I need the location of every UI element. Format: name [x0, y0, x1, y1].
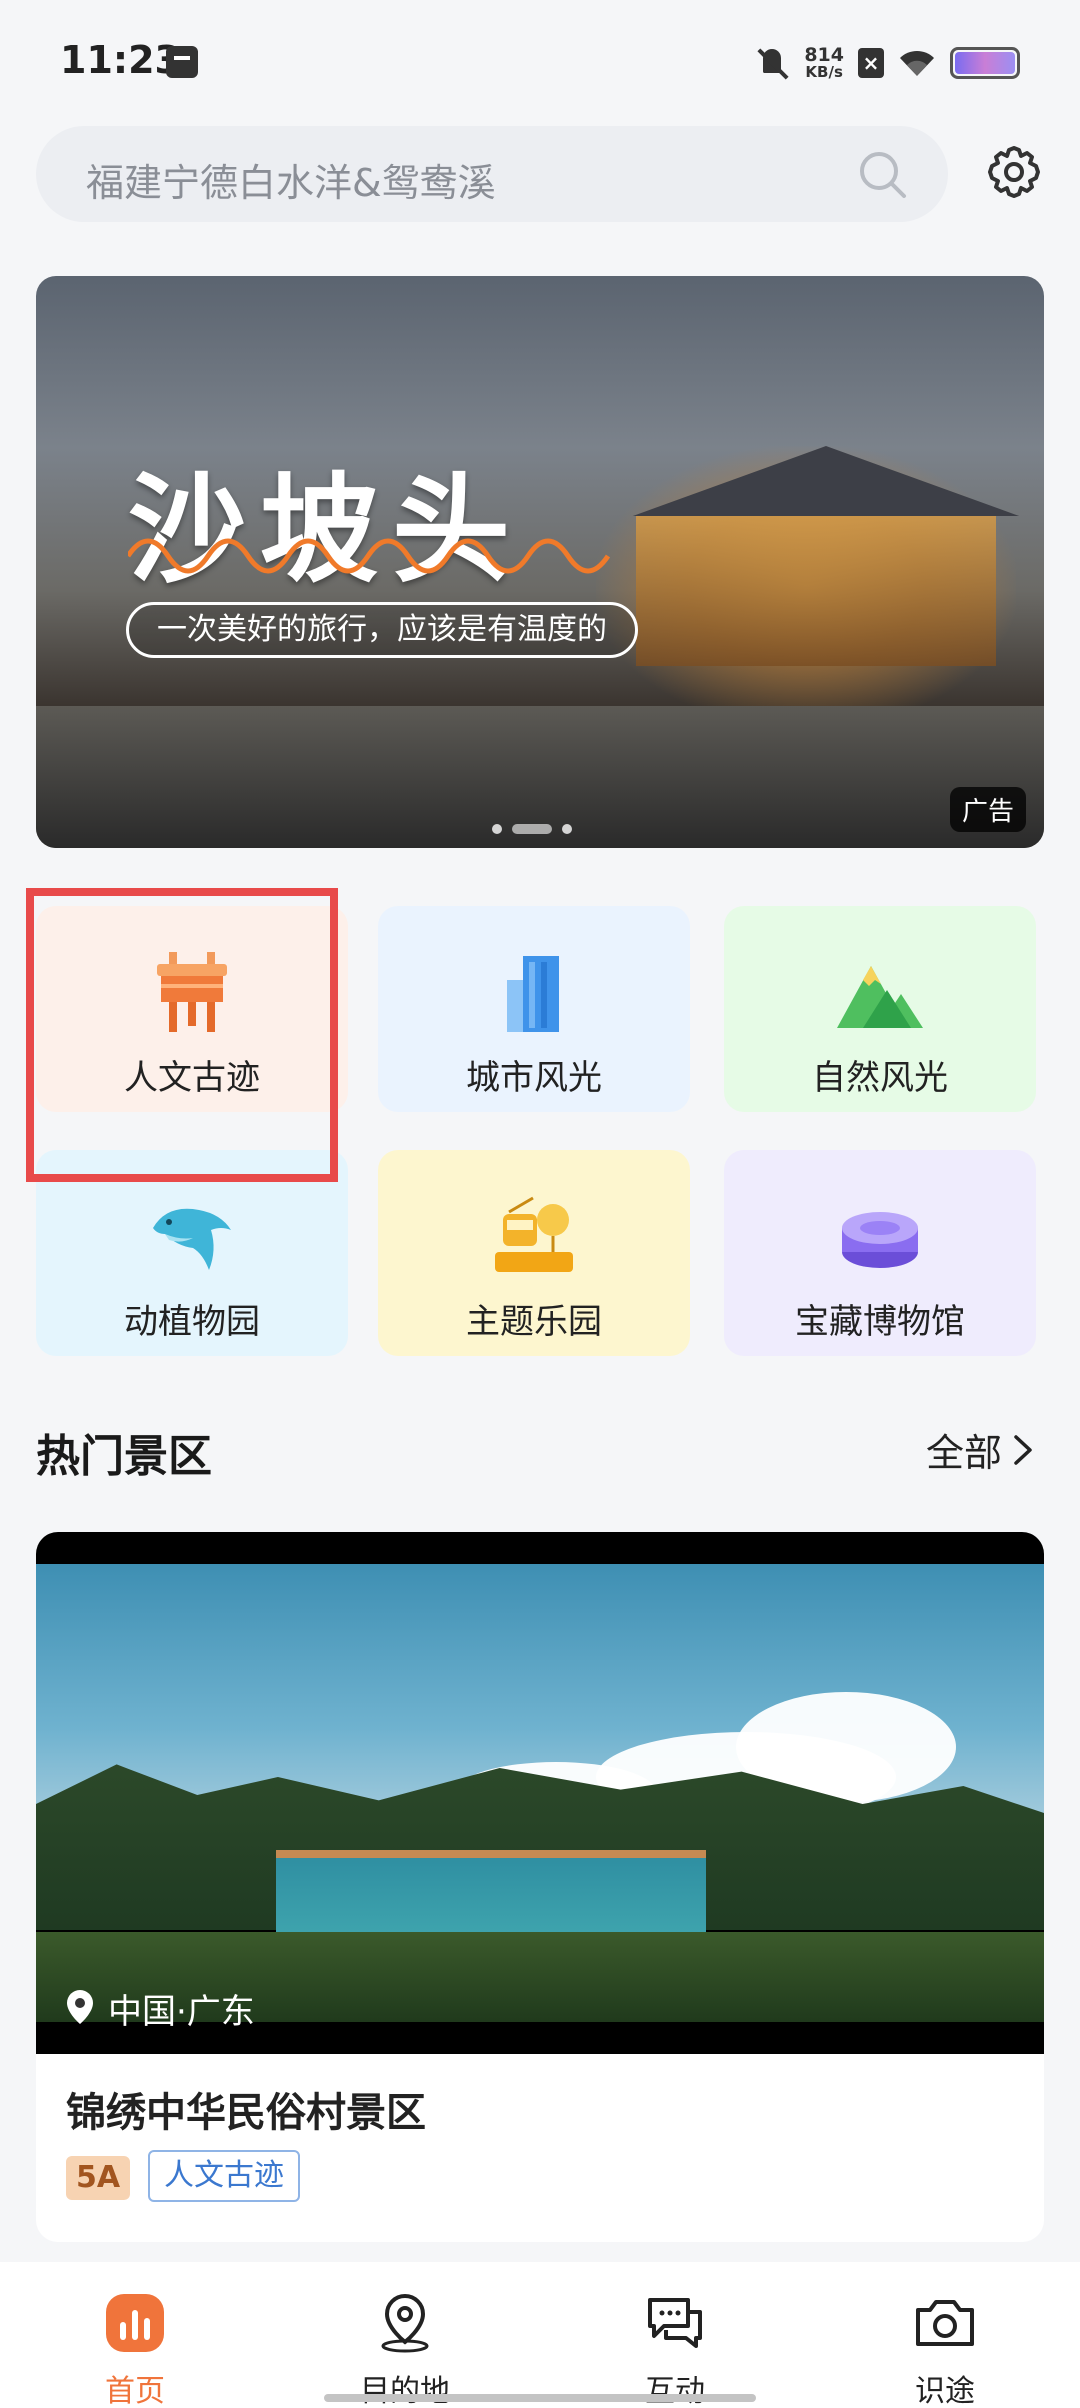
mute-icon — [756, 46, 790, 80]
rating-tag: 5A — [66, 2156, 131, 2200]
category-natural-scenery[interactable]: 自然风光 — [724, 906, 1036, 1112]
banner-pagination — [492, 824, 572, 834]
location-pin-icon — [67, 1990, 93, 2024]
promo-banner[interactable]: 沙坡头 一次美好的旅行，应该是有温度的 广告 — [36, 276, 1044, 848]
category-museum[interactable]: 宝藏博物馆 — [724, 1150, 1036, 1356]
city-building-icon — [507, 956, 559, 1032]
search-bar[interactable]: 福建宁德白水洋&鸳鸯溪 — [36, 126, 948, 222]
nine-dragon-wall — [276, 1850, 706, 1932]
network-speed: 814 KB/s — [804, 46, 844, 80]
banner-slogan: 一次美好的旅行，应该是有温度的 — [126, 602, 638, 658]
home-chart-icon — [106, 2294, 164, 2352]
status-time: 11:23 — [60, 38, 181, 82]
spot-name: 锦绣中华民俗村景区 — [66, 2090, 426, 2136]
category-label: 城市风光 — [466, 1058, 602, 1098]
category-label: 动植物园 — [124, 1302, 260, 1342]
category-label: 自然风光 — [812, 1058, 948, 1098]
wifi-icon — [898, 48, 936, 78]
category-label: 主题乐园 — [466, 1302, 602, 1342]
tab-identify[interactable]: 识途 — [810, 2262, 1080, 2408]
category-label: 宝藏博物馆 — [795, 1302, 965, 1342]
tab-label: 首页 — [105, 2374, 165, 2408]
museum-icon — [842, 1212, 918, 1268]
status-bar: 11:23 814 KB/s × — [0, 0, 1080, 120]
see-all-link[interactable]: 全部 — [926, 1422, 1034, 1477]
bottom-tab-bar: 首页 目的地 互动 识途 — [0, 2262, 1080, 2408]
selection-highlight — [26, 888, 338, 1182]
hot-scenic-title: 热门景区 — [36, 1431, 212, 1482]
notification-app-icon — [166, 46, 198, 78]
no-sim-icon: × — [858, 48, 884, 78]
tab-label: 识途 — [915, 2374, 975, 2408]
chat-bubbles-icon — [648, 2298, 702, 2348]
category-theme-park[interactable]: 主题乐园 — [378, 1150, 690, 1356]
category-tag: 人文古迹 — [148, 2150, 300, 2202]
tab-interact[interactable]: 互动 — [540, 2262, 810, 2408]
tab-destination[interactable]: 目的地 — [270, 2262, 540, 2408]
banner-pavilion — [636, 516, 996, 666]
ad-badge: 广告 — [949, 787, 1026, 832]
dolphin-icon — [153, 1208, 231, 1270]
spot-location: 中国·广东 — [108, 1992, 255, 2032]
network-speed-unit: KB/s — [805, 63, 843, 81]
scenic-spot-photo: 中国·广东 — [36, 1532, 1044, 2054]
battery-icon — [950, 47, 1020, 79]
scenic-spot-card[interactable]: 中国·广东 锦绣中华民俗村景区 5A 人文古迹 — [36, 1532, 1044, 2242]
status-icons: 814 KB/s × — [756, 40, 1020, 86]
home-indicator[interactable] — [324, 2394, 756, 2402]
chevron-right-icon — [1014, 1434, 1032, 1465]
mountain-icon — [837, 966, 923, 1028]
settings-gear-icon[interactable] — [984, 142, 1044, 202]
category-city-scenery[interactable]: 城市风光 — [378, 906, 690, 1112]
amusement-park-icon — [495, 1196, 573, 1272]
map-pin-icon — [381, 2293, 429, 2353]
search-placeholder: 福建宁德白水洋&鸳鸯溪 — [86, 161, 496, 205]
banner-wave-decoration — [128, 538, 611, 574]
camera-icon — [916, 2300, 974, 2346]
search-icon[interactable] — [856, 148, 908, 200]
tab-home[interactable]: 首页 — [0, 2262, 270, 2408]
see-all-label: 全部 — [925, 1431, 1002, 1475]
